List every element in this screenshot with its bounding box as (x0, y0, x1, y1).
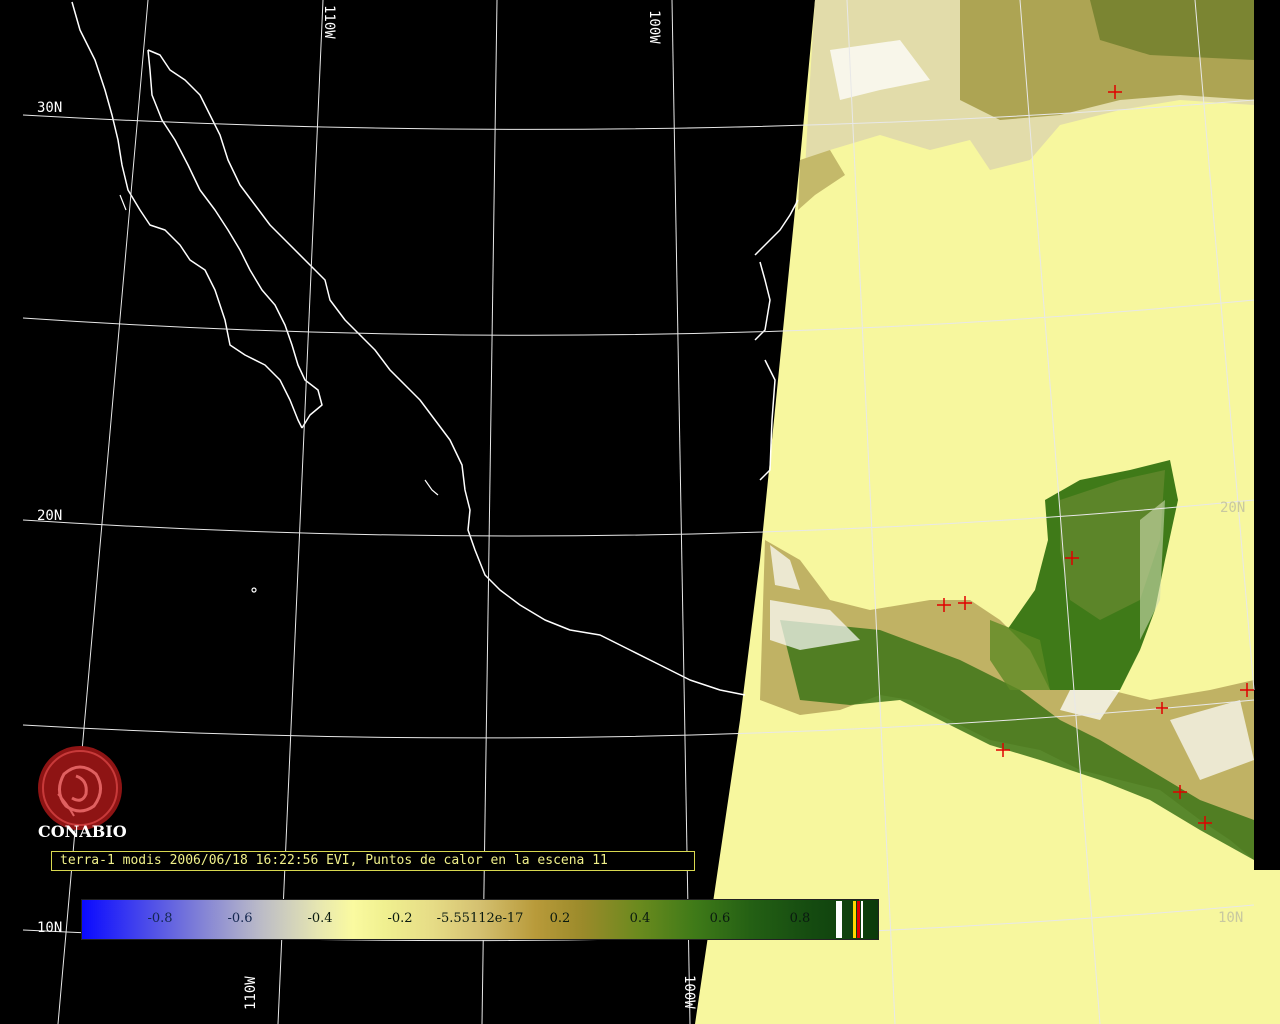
lon-label-110w-bottom: 110W (243, 976, 259, 1010)
colorbar-tick: -0.8 (147, 911, 173, 926)
colorbar-nodata-swatch (836, 901, 842, 938)
lon-label-100w-top: 100W (646, 10, 662, 44)
colorbar-tick: 0.4 (629, 911, 651, 926)
lat-label-10n-right: 10N (1218, 910, 1243, 926)
colorbar-tick: 0.2 (549, 911, 571, 926)
logo-text: CONABIO (38, 822, 127, 841)
colorbar-fire-swatch (857, 901, 860, 938)
lat-label-20n-right: 20N (1220, 500, 1245, 516)
lon-label-100w-bottom: 100W (681, 975, 697, 1009)
lat-label-10n: 10N (37, 920, 62, 936)
colorbar-tick: -0.2 (387, 911, 413, 926)
colorbar-tick: -0.4 (307, 911, 333, 926)
colorbar-yellow-swatch (853, 901, 856, 938)
colorbar-tick: 0.6 (709, 911, 731, 926)
scene-caption: terra-1 modis 2006/06/18 16:22:56 EVI, P… (51, 851, 695, 871)
colorbar-tick: -5.55112e-17 (436, 911, 524, 926)
colorbar-tick: 0.8 (789, 911, 811, 926)
colorbar-tick: -0.6 (227, 911, 253, 926)
lat-label-30n: 30N (37, 100, 62, 116)
lat-label-20n: 20N (37, 508, 62, 524)
lon-label-110w-top: 110W (321, 5, 337, 39)
colorbar-white-swatch (861, 901, 863, 938)
